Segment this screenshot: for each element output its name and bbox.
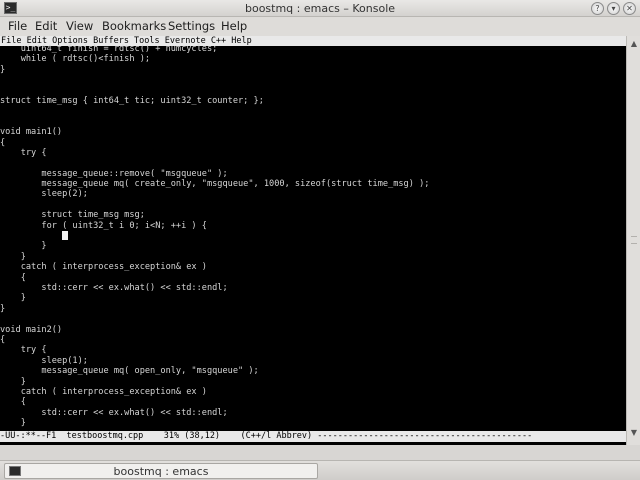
code-line[interactable]: message_queue mq( open_only, "msgqueue" … [0, 366, 626, 376]
text-cursor [62, 231, 69, 241]
code-line[interactable] [0, 158, 626, 168]
taskbar: boostmq : emacs [0, 460, 640, 480]
code-line[interactable]: try { [0, 148, 626, 158]
menu-edit[interactable]: Edit [35, 19, 57, 33]
code-line[interactable]: { [0, 273, 626, 283]
resize-grip[interactable] [626, 445, 640, 460]
code-line[interactable] [0, 314, 626, 324]
menu-view[interactable]: View [66, 19, 93, 33]
menu-help[interactable]: Help [221, 19, 247, 33]
code-line[interactable]: { [0, 397, 626, 407]
code-line[interactable] [0, 86, 626, 96]
code-line[interactable]: } [0, 418, 626, 428]
taskbar-item-konsole[interactable]: boostmq : emacs [4, 463, 318, 479]
code-line[interactable]: } [0, 293, 626, 303]
code-line[interactable] [0, 117, 626, 127]
code-line[interactable]: sleep(1); [0, 356, 626, 366]
code-line[interactable]: { [0, 138, 626, 148]
scroll-down-icon[interactable]: ▼ [629, 428, 639, 438]
scroll-grip[interactable] [631, 236, 637, 244]
konsole-menubar: File Edit View Bookmarks Settings Help [0, 17, 640, 36]
code-line[interactable]: uint64_t finish = rdtsc() + numcycles; [0, 44, 626, 54]
emacs-modeline: -UU-:**--F1 testboostmq.cpp 31% (38,12) … [0, 431, 626, 442]
window-titlebar[interactable]: >_ boostmq : emacs – Konsole ? ▾ ✕ [0, 0, 640, 17]
code-line[interactable]: } [0, 304, 626, 314]
close-icon[interactable]: ✕ [623, 2, 636, 15]
menu-file[interactable]: File [8, 19, 27, 33]
menu-settings[interactable]: Settings [168, 19, 215, 33]
code-editor[interactable]: uint64_t finish = rdtsc() + numcycles; w… [0, 44, 626, 428]
code-line[interactable] [0, 75, 626, 85]
code-line[interactable]: message_queue mq( create_only, "msgqueue… [0, 179, 626, 189]
code-line[interactable]: catch ( interprocess_exception& ex ) [0, 387, 626, 397]
code-line[interactable]: while ( rdtsc()<finish ); [0, 54, 626, 64]
window-title: boostmq : emacs – Konsole [244, 2, 396, 15]
code-line[interactable]: } [0, 65, 626, 75]
code-line[interactable]: catch ( interprocess_exception& ex ) [0, 262, 626, 272]
code-line[interactable]: void main1() [0, 127, 626, 137]
help-icon[interactable]: ? [591, 2, 604, 15]
menu-bookmarks[interactable]: Bookmarks [102, 19, 166, 33]
code-line[interactable]: { [0, 335, 626, 345]
code-line[interactable] [0, 106, 626, 116]
code-line[interactable]: struct time_msg msg; [0, 210, 626, 220]
taskbar-item-label: boostmq : emacs [113, 465, 209, 478]
terminal-view[interactable]: File Edit Options Buffers Tools Evernote… [0, 36, 626, 445]
code-line[interactable]: void main2() [0, 325, 626, 335]
code-line[interactable]: std::cerr << ex.what() << std::endl; [0, 283, 626, 293]
terminal-scrollbar[interactable]: ▲ ▼ [626, 36, 640, 445]
code-line[interactable]: try { [0, 345, 626, 355]
code-line[interactable]: message_queue::remove( "msgqueue" ); [0, 169, 626, 179]
code-line[interactable]: std::cerr << ex.what() << std::endl; [0, 408, 626, 418]
minimize-icon[interactable]: ▾ [607, 2, 620, 15]
code-line[interactable]: sleep(2); [0, 189, 626, 199]
code-line[interactable]: } [0, 252, 626, 262]
code-line[interactable]: for ( uint32_t i 0; i<N; ++i ) { [0, 221, 626, 231]
code-line[interactable]: } [0, 377, 626, 387]
code-line[interactable]: struct time_msg { int64_t tic; uint32_t … [0, 96, 626, 106]
scroll-up-icon[interactable]: ▲ [629, 39, 639, 49]
code-line[interactable]: } [0, 241, 626, 251]
code-line[interactable] [0, 231, 626, 241]
code-line[interactable] [0, 200, 626, 210]
